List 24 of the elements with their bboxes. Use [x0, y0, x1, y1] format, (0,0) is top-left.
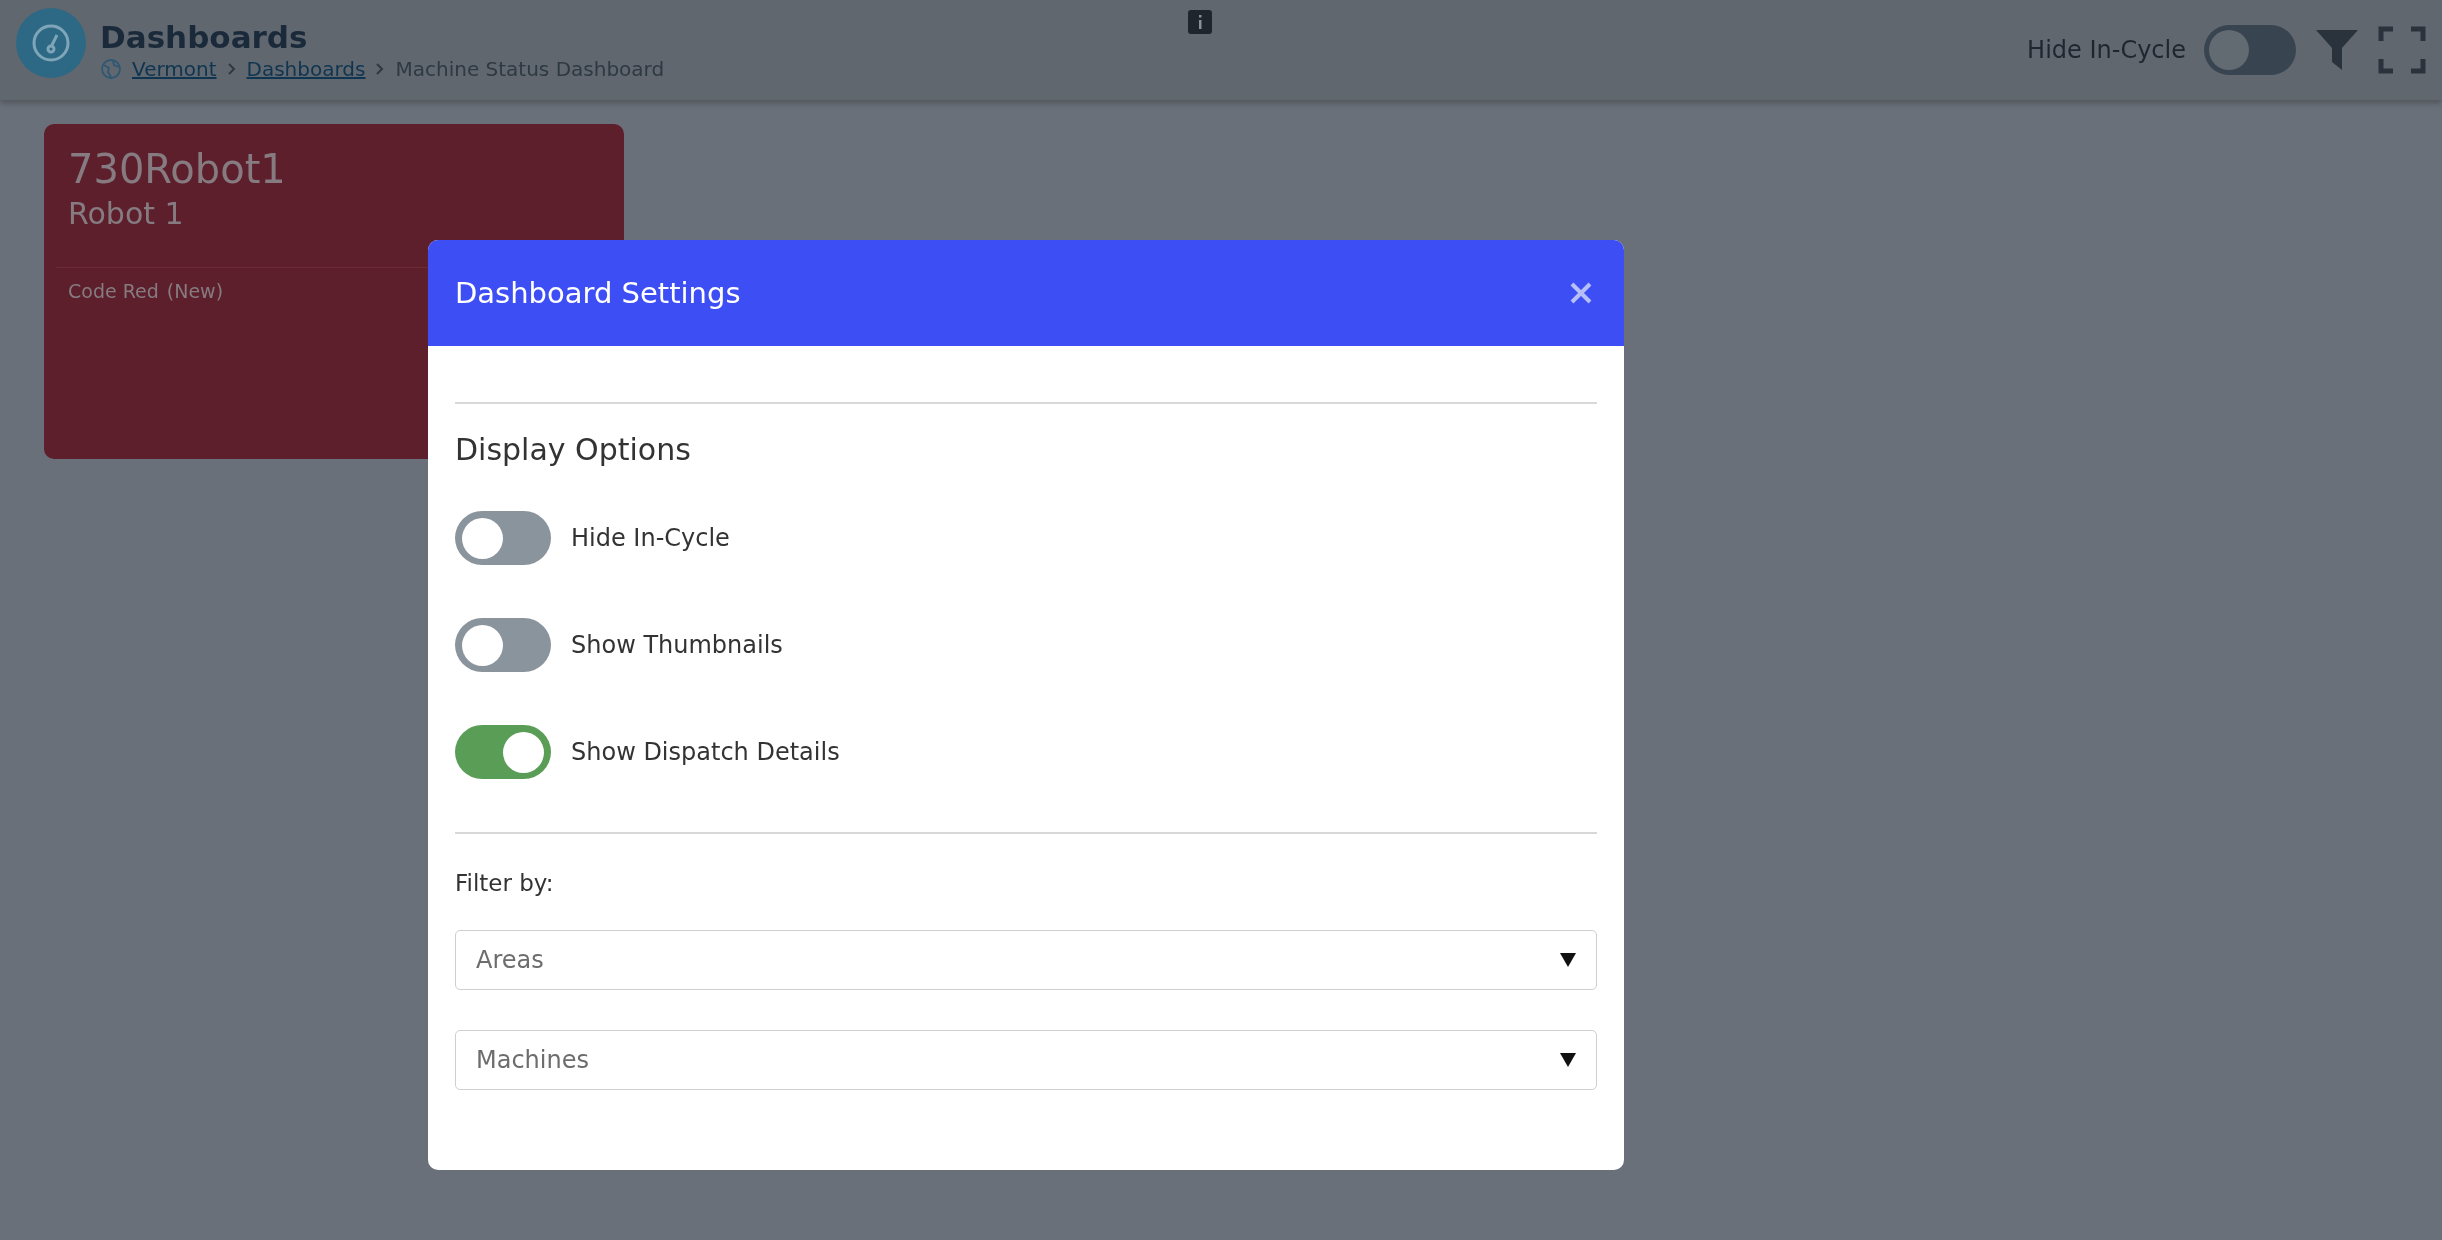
caret-icon	[1560, 1053, 1576, 1067]
breadcrumb-link[interactable]: Dashboards	[246, 57, 366, 81]
filter-icon[interactable]	[2314, 28, 2360, 72]
dropdown-select[interactable]: Machines	[455, 1030, 1597, 1090]
caret-icon	[1560, 953, 1576, 967]
toggle-label: Hide In-Cycle	[2027, 36, 2186, 64]
breadcrumb-link[interactable]: Vermont	[132, 57, 217, 81]
fullscreen-icon[interactable]	[2378, 26, 2426, 74]
machine-id: 730Robot1	[68, 146, 287, 192]
toggle-switch[interactable]	[455, 725, 551, 779]
toggle-switch[interactable]	[455, 511, 551, 565]
globe-icon	[100, 58, 122, 80]
toggle-label: Show Dispatch Details	[571, 738, 840, 766]
toggle-label: Show Thumbnails	[571, 631, 783, 659]
filter-label: Filter by:	[455, 870, 555, 896]
status-text: Code Red	[68, 280, 159, 302]
info-icon[interactable]	[1188, 10, 1212, 34]
dropdown-select[interactable]: Areas	[455, 930, 1597, 990]
toggle-label: Hide In-Cycle	[571, 524, 730, 552]
status-tag: (New)	[166, 280, 224, 302]
page-title: Dashboards	[100, 19, 308, 55]
toggle-switch[interactable]	[2204, 25, 2296, 75]
toggle-switch[interactable]	[455, 618, 551, 672]
machine-name: Robot 1	[68, 196, 185, 231]
